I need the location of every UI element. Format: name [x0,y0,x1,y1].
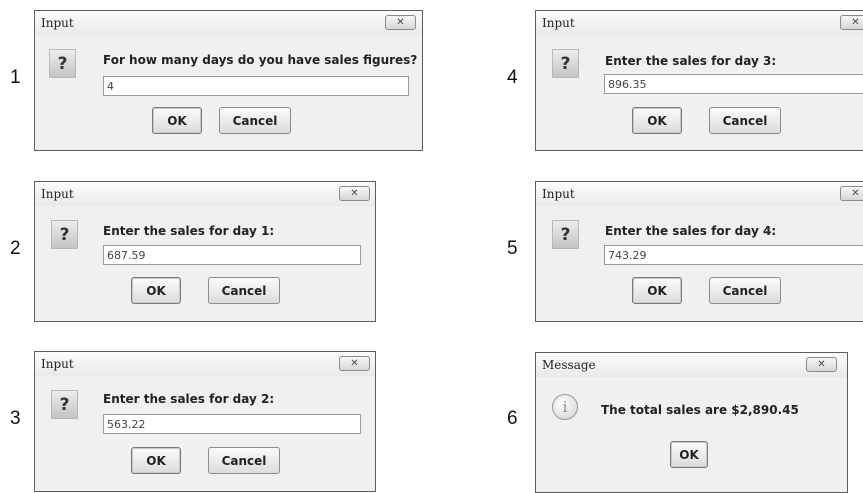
close-icon[interactable]: ✕ [806,357,837,372]
step-number-5: 5 [507,238,518,259]
cancel-button[interactable]: Cancel [208,447,280,474]
step-number-6: 6 [507,408,518,429]
dialog-titlebar[interactable]: Input ✕ [35,352,375,376]
dialog-title: Message [542,358,596,372]
ok-button[interactable]: OK [152,107,202,134]
question-icon: ? [552,49,579,78]
dialog-prompt: Enter the sales for day 2: [103,392,275,406]
dialog-title: Input [41,187,74,201]
question-icon: ? [51,390,78,419]
step-number-3: 3 [10,408,21,429]
ok-button[interactable]: OK [131,447,181,474]
dialog-message: The total sales are $2,890.45 [601,403,799,417]
question-icon: ? [51,220,78,249]
ok-button[interactable]: OK [632,277,682,304]
sales-input[interactable]: 743.29 [604,245,863,265]
sales-input[interactable]: 563.22 [103,414,361,434]
question-icon: ? [552,220,579,249]
input-dialog-1: Input ✕ ? For how many days do you have … [34,10,423,151]
step-number-4: 4 [507,67,518,88]
message-dialog: Message ✕ i The total sales are $2,890.4… [535,352,848,493]
info-icon: i [552,394,578,420]
dialog-prompt: Enter the sales for day 3: [605,54,777,68]
dialog-titlebar[interactable]: Input ✕ [536,11,863,35]
dialog-title: Input [41,357,74,371]
cancel-button[interactable]: Cancel [709,277,781,304]
close-icon[interactable]: ✕ [339,186,370,201]
step-number-1: 1 [10,67,21,88]
dialog-title: Input [41,16,74,30]
close-icon[interactable]: ✕ [385,15,416,30]
dialog-prompt: Enter the sales for day 1: [103,224,275,238]
dialog-prompt: For how many days do you have sales figu… [103,53,418,67]
step-number-2: 2 [10,238,21,259]
close-icon[interactable]: ✕ [339,356,370,371]
dialog-prompt: Enter the sales for day 4: [605,224,777,238]
cancel-button[interactable]: Cancel [219,107,291,134]
input-dialog-4: Input ✕ ? Enter the sales for day 3: 896… [535,10,863,151]
ok-button[interactable]: OK [632,107,682,134]
cancel-button[interactable]: Cancel [208,277,280,304]
sales-input[interactable]: 687.59 [103,245,361,265]
ok-button[interactable]: OK [131,277,181,304]
dialog-titlebar[interactable]: Message ✕ [536,353,847,377]
days-input[interactable]: 4 [103,76,409,96]
ok-button[interactable]: OK [670,441,708,468]
dialog-titlebar[interactable]: Input ✕ [35,11,422,35]
dialog-titlebar[interactable]: Input ✕ [536,182,863,206]
sales-input[interactable]: 896.35 [604,74,863,94]
dialog-titlebar[interactable]: Input ✕ [35,182,375,206]
question-icon: ? [49,49,76,78]
cancel-button[interactable]: Cancel [709,107,781,134]
input-dialog-5: Input ✕ ? Enter the sales for day 4: 743… [535,181,863,322]
input-dialog-2: Input ✕ ? Enter the sales for day 1: 687… [34,181,376,322]
dialog-title: Input [542,16,575,30]
close-icon[interactable]: ✕ [840,186,863,201]
dialog-title: Input [542,187,575,201]
input-dialog-3: Input ✕ ? Enter the sales for day 2: 563… [34,351,376,492]
close-icon[interactable]: ✕ [840,15,863,30]
